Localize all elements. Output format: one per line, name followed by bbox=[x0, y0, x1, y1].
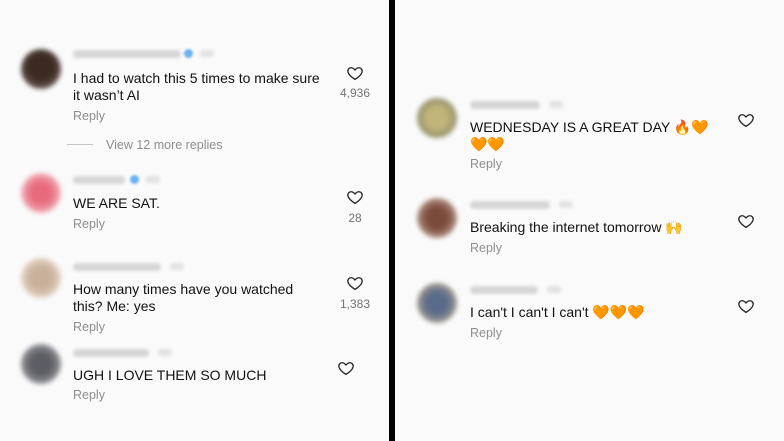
avatar[interactable] bbox=[21, 49, 61, 89]
heart-outline-icon[interactable] bbox=[737, 212, 755, 230]
heart-outline-icon[interactable] bbox=[737, 297, 755, 315]
orange-heart-emoji: 🧡🧡🧡 bbox=[592, 304, 645, 320]
reply-button[interactable]: Reply bbox=[73, 109, 105, 123]
replies-divider-line bbox=[67, 144, 93, 145]
heart-outline-icon[interactable] bbox=[346, 188, 364, 206]
username-blurred[interactable] bbox=[73, 176, 125, 184]
reply-button[interactable]: Reply bbox=[470, 326, 502, 340]
comment-text: How many times have you watched this? Me… bbox=[73, 281, 294, 314]
reply-button[interactable]: Reply bbox=[470, 241, 502, 255]
reply-button[interactable]: Reply bbox=[73, 320, 105, 334]
avatar[interactable] bbox=[417, 98, 457, 138]
comment-text: Breaking the internet tomorrow 🙌 bbox=[470, 219, 720, 236]
comment-text-main: WEDNESDAY IS A GREAT DAY bbox=[470, 119, 670, 135]
verified-badge-icon bbox=[130, 175, 139, 184]
avatar[interactable] bbox=[417, 283, 457, 323]
comment-text: WE ARE SAT. bbox=[73, 195, 160, 211]
verified-badge-icon bbox=[184, 49, 193, 58]
view-more-replies-link[interactable]: View 12 more replies bbox=[106, 138, 223, 152]
timestamp-blurred bbox=[547, 286, 561, 293]
avatar[interactable] bbox=[21, 344, 61, 384]
username-blurred[interactable] bbox=[470, 101, 540, 109]
timestamp-blurred bbox=[559, 201, 573, 208]
heart-outline-icon[interactable] bbox=[346, 274, 364, 292]
comment-text: I had to watch this 5 times to make sure… bbox=[73, 70, 320, 103]
comment-text-main: I can't I can't I can't bbox=[470, 304, 589, 320]
comment-item: I had to watch this 5 times to make sure… bbox=[0, 0, 389, 160]
avatar[interactable] bbox=[21, 173, 61, 213]
username-blurred[interactable] bbox=[73, 50, 181, 58]
comment-text-main: Breaking the internet tomorrow bbox=[470, 219, 662, 235]
username-blurred[interactable] bbox=[470, 201, 550, 209]
username-blurred[interactable] bbox=[73, 349, 149, 357]
comment-text: UGH I LOVE THEM SO MUCH bbox=[73, 367, 267, 383]
fire-heart-emoji: 🔥🧡 bbox=[673, 119, 709, 135]
left-comments-panel: I had to watch this 5 times to make sure… bbox=[0, 0, 389, 441]
raising-hands-emoji: 🙌 bbox=[665, 219, 683, 235]
timestamp-blurred bbox=[200, 50, 214, 57]
like-count: 1,383 bbox=[339, 297, 371, 311]
timestamp-blurred bbox=[549, 101, 563, 108]
avatar[interactable] bbox=[21, 258, 61, 298]
reply-button[interactable]: Reply bbox=[73, 217, 105, 231]
right-comments-panel: WEDNESDAY IS A GREAT DAY 🔥🧡 🧡🧡 Reply Bre… bbox=[395, 0, 784, 441]
comment-text: WEDNESDAY IS A GREAT DAY 🔥🧡 🧡🧡 bbox=[470, 119, 720, 153]
comment-text: I can't I can't I can't 🧡🧡🧡 bbox=[470, 304, 720, 321]
username-blurred[interactable] bbox=[470, 286, 538, 294]
heart-outline-icon[interactable] bbox=[337, 359, 355, 377]
heart-outline-icon[interactable] bbox=[346, 64, 364, 82]
like-count: 28 bbox=[348, 211, 362, 225]
timestamp-blurred bbox=[146, 176, 160, 183]
timestamp-blurred bbox=[158, 349, 172, 356]
like-count: 4,936 bbox=[339, 86, 371, 100]
timestamp-blurred bbox=[170, 263, 184, 270]
reply-button[interactable]: Reply bbox=[73, 388, 105, 402]
username-blurred[interactable] bbox=[73, 263, 161, 271]
reply-button[interactable]: Reply bbox=[470, 157, 502, 171]
heart-outline-icon[interactable] bbox=[737, 111, 755, 129]
orange-heart-emoji: 🧡🧡 bbox=[470, 136, 505, 152]
avatar[interactable] bbox=[417, 198, 457, 238]
